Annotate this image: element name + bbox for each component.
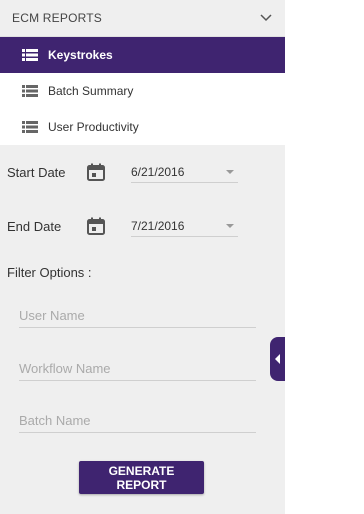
report-item-keystrokes[interactable]: Keystrokes [0, 37, 285, 73]
end-date-value: 7/21/2016 [131, 218, 185, 233]
report-item-label: Batch Summary [48, 84, 134, 98]
report-list: Keystrokes Batch Summary User Productivi… [0, 37, 285, 145]
user-name-input[interactable] [19, 303, 256, 328]
end-date-picker[interactable]: 7/21/2016 [131, 215, 238, 237]
caret-down-icon [226, 223, 234, 228]
report-item-user-productivity[interactable]: User Productivity [0, 109, 285, 145]
list-icon [22, 49, 38, 61]
start-date-label: Start Date [7, 164, 66, 180]
chevron-down-icon[interactable] [259, 11, 273, 25]
section-title: ECM REPORTS [12, 11, 102, 25]
start-date-value: 6/21/2016 [131, 164, 185, 179]
filter-options-heading: Filter Options : [7, 265, 92, 280]
start-date-picker[interactable]: 6/21/2016 [131, 161, 238, 183]
generate-report-button[interactable]: GENERATE REPORT [79, 461, 204, 494]
list-icon [22, 121, 38, 133]
end-date-label: End Date [7, 218, 62, 234]
report-item-batch-summary[interactable]: Batch Summary [0, 73, 285, 109]
list-icon [22, 85, 38, 97]
end-date-row: End Date 7/21/2016 [7, 215, 238, 237]
report-sidebar: ECM REPORTS Keystrokes Batch Summary Use… [0, 0, 285, 514]
report-item-label: Keystrokes [48, 48, 113, 62]
start-date-row: Start Date 6/21/2016 [7, 161, 238, 183]
chevron-left-icon [274, 354, 281, 364]
workflow-name-input[interactable] [19, 356, 256, 381]
calendar-icon[interactable] [87, 217, 105, 235]
report-item-label: User Productivity [48, 120, 139, 134]
report-section-header[interactable]: ECM REPORTS [0, 0, 285, 37]
filter-panel: Start Date 6/21/2016 End Date 7/21/2016 … [0, 145, 285, 514]
caret-down-icon [226, 169, 234, 174]
collapse-panel-handle[interactable] [270, 337, 285, 381]
batch-name-input[interactable] [19, 408, 256, 433]
calendar-icon[interactable] [87, 163, 105, 181]
